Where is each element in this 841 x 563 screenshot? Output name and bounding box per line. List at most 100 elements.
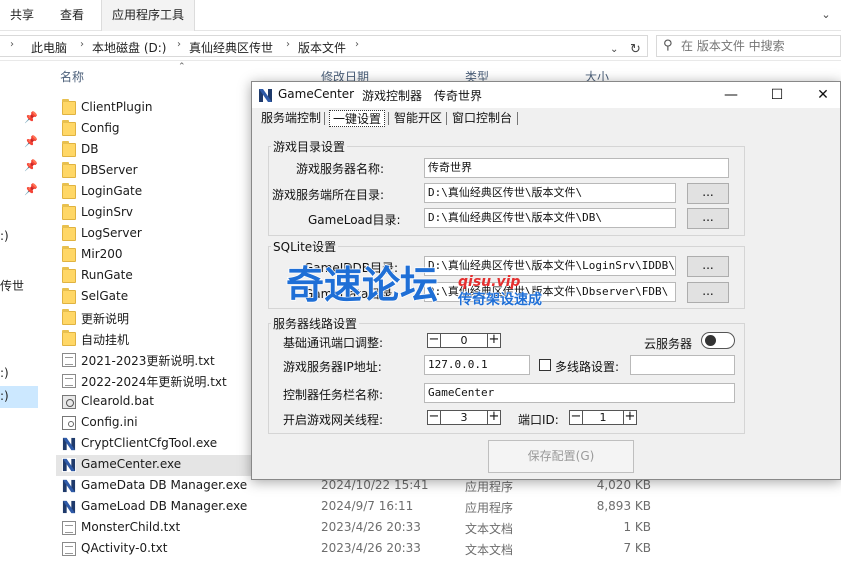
pin-icon[interactable]: 📌: [24, 159, 38, 172]
decrement-button[interactable]: −: [427, 333, 441, 348]
file-row[interactable]: QActivity-0.txt 2023/4/26 20:33 文本文档 7 KB: [56, 539, 841, 560]
file-name: 更新说明: [81, 312, 130, 326]
browse-button[interactable]: ...: [687, 256, 729, 277]
multiline-input[interactable]: [630, 355, 735, 375]
toggle-knob: [705, 335, 716, 346]
file-name: DBServer: [81, 163, 138, 177]
file-row[interactable]: MonsterChild.txt 2023/4/26 20:33 文本文档 1 KB: [56, 518, 841, 539]
increment-button[interactable]: +: [623, 410, 637, 425]
text-file-icon: [62, 521, 76, 535]
file-name: LogServer: [81, 226, 142, 240]
port-id-label: 端口ID:: [518, 413, 559, 427]
chevron-right-icon: ›: [355, 39, 359, 50]
taskbar-name-input[interactable]: GameCenter: [424, 383, 735, 403]
ribbon-tab-view[interactable]: 查看: [50, 0, 94, 31]
folder-icon: [62, 330, 76, 346]
tab-window-console[interactable]: 窗口控制台: [449, 110, 515, 127]
maximize-button[interactable]: ☐: [754, 82, 800, 108]
nav-item[interactable]: :): [0, 229, 9, 243]
address-dropdown-icon[interactable]: ⌄: [610, 44, 618, 55]
file-name: MonsterChild.txt: [81, 520, 181, 534]
decrement-button[interactable]: −: [427, 410, 441, 425]
save-config-button[interactable]: 保存配置(G): [488, 440, 634, 473]
server-name-label: 游戏服务器名称:: [296, 162, 385, 176]
cloud-server-toggle[interactable]: [701, 332, 735, 349]
file-size: 1 KB: [623, 520, 651, 534]
port-id-value[interactable]: 1: [583, 410, 623, 425]
title-bar[interactable]: GameCenter 游戏控制器 传奇世界 — ☐ ✕: [252, 82, 840, 108]
file-name: SelGate: [81, 289, 129, 303]
search-input[interactable]: [681, 36, 836, 56]
breadcrumb-folder[interactable]: 真仙经典区传世: [189, 39, 273, 56]
nav-item[interactable]: :): [0, 389, 9, 403]
fdb-dir-input[interactable]: D:\真仙经典区传世\版本文件\Dbserver\FDB\: [424, 282, 676, 302]
tab-server-control[interactable]: 服务端控制: [258, 110, 324, 127]
exe-app-icon: [62, 500, 76, 514]
menu-legend-world[interactable]: 传奇世界: [434, 87, 482, 104]
exe-app-icon: [62, 437, 76, 451]
chevron-right-icon: ›: [286, 39, 290, 50]
window-tabs: 服务端控制 一键设置 智能开区 窗口控制台: [252, 108, 840, 128]
group-label: 服务器线路设置: [271, 315, 360, 332]
file-name: Config: [81, 121, 120, 135]
browse-button[interactable]: ...: [687, 282, 729, 303]
file-name: GameLoad DB Manager.exe: [81, 499, 248, 513]
chevron-down-icon[interactable]: ⌄: [819, 8, 833, 22]
chevron-right-icon: ›: [177, 39, 181, 50]
nav-item[interactable]: :): [0, 366, 9, 380]
pin-icon[interactable]: 📌: [24, 135, 38, 148]
increment-button[interactable]: +: [487, 410, 501, 425]
tab-one-click-setup[interactable]: 一键设置: [329, 110, 386, 127]
minimize-button[interactable]: —: [708, 82, 754, 108]
multiline-label: 多线路设置:: [555, 360, 620, 374]
multiline-checkbox[interactable]: [539, 359, 551, 371]
gateway-threads-value[interactable]: 3: [441, 410, 487, 425]
file-name: ClientPlugin: [81, 100, 153, 114]
menu-game-controller[interactable]: 游戏控制器: [362, 87, 422, 104]
pin-icon[interactable]: 📌: [24, 111, 38, 124]
gameload-dir-input[interactable]: D:\真仙经典区传世\版本文件\DB\: [424, 208, 676, 228]
window-title: GameCenter: [278, 87, 355, 101]
pin-icon[interactable]: 📌: [24, 183, 38, 196]
column-header-name[interactable]: 名称: [60, 68, 84, 85]
batch-file-icon: [62, 395, 76, 409]
gateway-threads-label: 开启游戏网关线程:: [283, 413, 384, 427]
file-date: 2023/4/26 20:33: [321, 541, 421, 555]
file-row[interactable]: GameLoad DB Manager.exe 2024/9/7 16:11 应用程…: [56, 497, 841, 518]
folder-icon: [62, 309, 76, 325]
iddb-dir-label: GameIDDB目录:: [304, 261, 399, 275]
server-name-input[interactable]: 传奇世界: [424, 158, 729, 178]
text-file-icon: [62, 542, 76, 556]
server-dir-input[interactable]: D:\真仙经典区传世\版本文件\: [424, 183, 676, 203]
tab-smart-open[interactable]: 智能开区: [391, 110, 445, 127]
refresh-icon[interactable]: ↻: [630, 42, 641, 57]
fdb-dir-label: GameData目录:: [304, 287, 397, 301]
breadcrumb-this-pc[interactable]: 此电脑: [31, 39, 67, 56]
ribbon: 共享 查看 应用程序工具 ⌄: [0, 0, 841, 31]
tab-separator: [446, 112, 447, 125]
search-icon: ⚲: [663, 38, 673, 53]
folder-icon: [62, 288, 76, 304]
close-button[interactable]: ✕: [800, 82, 841, 108]
chevron-right-icon: ›: [80, 39, 84, 50]
file-type: 应用程序: [465, 480, 514, 494]
ribbon-tab-app-tools[interactable]: 应用程序工具: [101, 0, 196, 31]
file-size: 8,893 KB: [596, 499, 651, 513]
ribbon-tab-share[interactable]: 共享: [0, 0, 44, 31]
breadcrumb-current[interactable]: 版本文件: [298, 39, 346, 56]
file-size: 7 KB: [623, 541, 651, 555]
browse-button[interactable]: ...: [687, 208, 729, 229]
iddb-dir-input[interactable]: D:\真仙经典区传世\版本文件\LoginSrv\IDDB\: [424, 256, 676, 276]
port-adjust-value[interactable]: 0: [441, 333, 487, 348]
browse-button[interactable]: ...: [687, 183, 729, 204]
file-date: 2023/4/26 20:33: [321, 520, 421, 534]
navigation-pane: 📌 📌 📌 📌 :) 传世 :) :): [0, 61, 45, 563]
settings-file-icon: [62, 416, 76, 430]
ip-input[interactable]: 127.0.0.1: [424, 355, 530, 375]
increment-button[interactable]: +: [487, 333, 501, 348]
address-row: › 此电脑 › 本地磁盘 (D:) › 真仙经典区传世 › 版本文件 › ⌄ ↻…: [0, 31, 841, 61]
decrement-button[interactable]: −: [569, 410, 583, 425]
address-bar[interactable]: › 此电脑 › 本地磁盘 (D:) › 真仙经典区传世 › 版本文件 › ⌄ ↻: [0, 35, 648, 57]
breadcrumb-drive-d[interactable]: 本地磁盘 (D:): [92, 39, 166, 56]
nav-item[interactable]: 传世: [0, 277, 24, 294]
